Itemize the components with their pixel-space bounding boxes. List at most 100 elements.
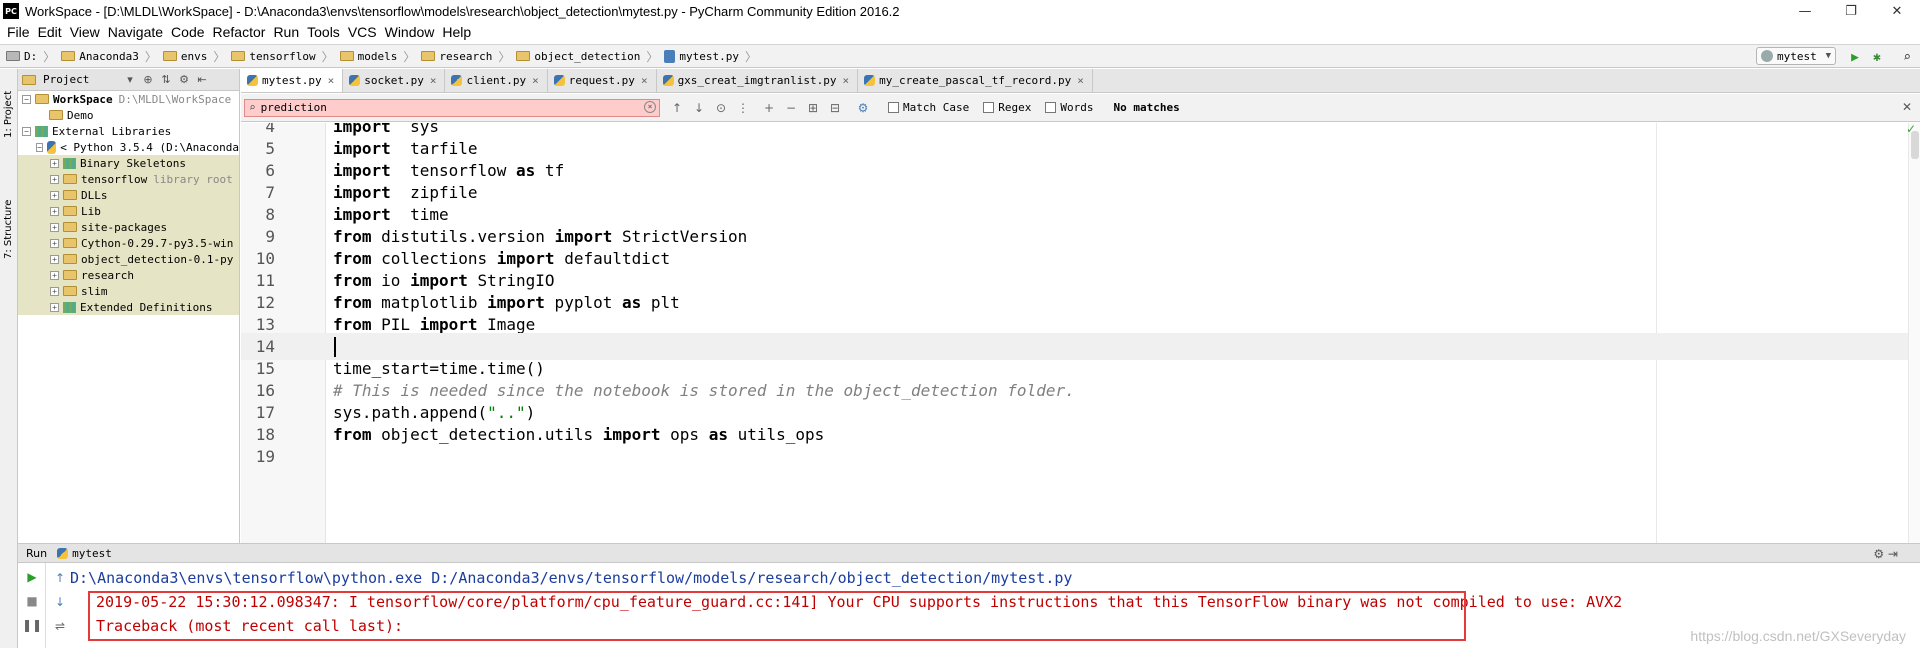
collapse-all-icon[interactable]: ⇅ <box>157 71 175 89</box>
structure-tool-tab[interactable]: 7: Structure <box>0 189 17 269</box>
words-box[interactable] <box>1045 102 1057 113</box>
code-line[interactable]: 19 <box>241 443 1920 470</box>
clear-search-icon[interactable]: × <box>644 100 656 113</box>
next-occurrence-icon[interactable]: ↓ <box>688 98 710 118</box>
editor-tab[interactable]: request.py × <box>548 69 657 92</box>
expand-icon[interactable]: + <box>50 158 59 168</box>
close-icon[interactable]: × <box>532 74 539 87</box>
breadcrumb-item[interactable]: tensorflow 〉 <box>225 48 334 65</box>
editor-tab[interactable]: client.py × <box>445 69 548 92</box>
find-all-icon[interactable]: ⊙ <box>710 98 732 118</box>
menu-navigate[interactable]: Navigate <box>105 24 168 40</box>
add-occurrence-icon[interactable]: + <box>758 98 780 118</box>
expand-icon[interactable]: + <box>50 302 59 312</box>
match-case-checkbox[interactable]: Match Case <box>888 101 969 114</box>
scroll-up-icon[interactable]: ↑ <box>52 570 68 586</box>
expand-icon[interactable]: + <box>50 270 59 280</box>
collapse-icon[interactable]: − <box>22 94 31 104</box>
editor-tab[interactable]: gxs_creat_imgtranlist.py × <box>657 69 859 92</box>
tree-item[interactable]: + object_detection-0.1-py <box>18 251 239 267</box>
menu-edit[interactable]: Edit <box>35 24 67 40</box>
breadcrumb-item[interactable]: D: 〉 <box>0 48 55 65</box>
tree-item[interactable]: + Extended Definitions <box>18 299 239 315</box>
tree-item[interactable]: − WorkSpace D:\MLDL\WorkSpace <box>18 91 239 107</box>
match-case-box[interactable] <box>888 102 899 113</box>
menu-code[interactable]: Code <box>168 24 209 40</box>
close-icon[interactable]: × <box>843 74 850 87</box>
expand-icon[interactable]: + <box>50 174 59 184</box>
editor-tab[interactable]: my_create_pascal_tf_record.py × <box>858 69 1093 92</box>
menu-window[interactable]: Window <box>382 24 440 40</box>
remove-occurrence-icon[interactable]: − <box>780 98 802 118</box>
expand-icon[interactable]: + <box>50 238 59 248</box>
close-icon[interactable]: × <box>328 74 335 87</box>
menu-view[interactable]: View <box>67 24 105 40</box>
breadcrumb-item[interactable]: models 〉 <box>334 48 415 65</box>
run-tab-mytest[interactable]: mytest <box>57 547 112 560</box>
breadcrumb-item[interactable]: envs 〉 <box>157 48 225 65</box>
expand-icon[interactable]: + <box>50 254 59 264</box>
pause-icon[interactable]: ❚❚ <box>22 617 42 633</box>
close-button[interactable]: ✕ <box>1874 0 1920 22</box>
debug-icon[interactable]: ✱ <box>1868 48 1886 66</box>
scroll-down-icon[interactable]: ↓ <box>52 594 68 610</box>
menu-vcs[interactable]: VCS <box>345 24 382 40</box>
tree-item[interactable]: + Lib <box>18 203 239 219</box>
project-tool-tab[interactable]: 1: Project <box>0 83 17 145</box>
tree-item[interactable]: + Cython-0.29.7-py3.5-win <box>18 235 239 251</box>
breadcrumb-item[interactable]: Anaconda3 〉 <box>55 48 157 65</box>
expand-icon[interactable]: + <box>50 206 59 216</box>
filter-icon[interactable]: ⊟ <box>824 98 846 118</box>
expand-icon[interactable]: + <box>50 190 59 200</box>
editor-tab[interactable]: mytest.py × <box>241 69 344 92</box>
scroll-from-source-icon[interactable]: ⊕ <box>139 71 157 89</box>
collapse-icon[interactable]: − <box>36 142 43 152</box>
close-icon[interactable]: × <box>641 74 648 87</box>
menu-run[interactable]: Run <box>270 24 304 40</box>
stop-icon[interactable]: ■ <box>24 593 40 609</box>
tree-item[interactable]: + site-packages <box>18 219 239 235</box>
soft-wrap-icon[interactable]: ⇌ <box>52 618 68 634</box>
find-input[interactable]: ⌕ prediction × <box>244 98 660 117</box>
tree-item[interactable]: + research <box>18 267 239 283</box>
regex-checkbox[interactable]: Regex <box>983 101 1031 114</box>
regex-box[interactable] <box>983 102 995 113</box>
menu-help[interactable]: Help <box>439 24 476 40</box>
restore-button[interactable]: ❐ <box>1828 0 1874 22</box>
rerun-icon[interactable]: ▶ <box>24 569 40 585</box>
breadcrumb-item[interactable]: object_detection 〉 <box>510 48 658 65</box>
chevron-down-icon[interactable]: ▾ <box>121 71 139 89</box>
close-icon[interactable]: × <box>430 74 437 87</box>
gear-icon[interactable]: ⚙ <box>852 98 874 118</box>
run-config-select[interactable]: mytest ▼ <box>1756 47 1836 65</box>
expand-icon[interactable]: + <box>50 222 59 232</box>
tree-item[interactable]: + slim <box>18 283 239 299</box>
tree-item[interactable]: + tensorflow library root <box>18 171 239 187</box>
minimize-button[interactable]: — <box>1782 0 1828 22</box>
gear-icon[interactable]: ⚙ <box>175 71 193 89</box>
editor-scrollbar[interactable] <box>1908 123 1920 543</box>
breadcrumb-item[interactable]: research 〉 <box>415 48 510 65</box>
breadcrumb-item[interactable]: mytest.py 〉 <box>658 48 757 65</box>
project-panel-title[interactable]: Project <box>43 73 121 86</box>
select-all-occurrences-icon[interactable]: ⋮ <box>732 98 754 118</box>
select-all-matches-icon[interactable]: ⊞ <box>802 98 824 118</box>
editor-tab[interactable]: socket.py × <box>343 69 446 92</box>
expand-icon[interactable]: + <box>50 286 59 296</box>
hide-panel-icon[interactable]: ⇤ <box>193 71 211 89</box>
search-everywhere-icon[interactable]: ⌕ <box>1898 48 1916 66</box>
collapse-icon[interactable]: − <box>22 126 31 136</box>
words-checkbox[interactable]: Words <box>1045 101 1093 114</box>
run-icon[interactable]: ▶ <box>1846 48 1864 66</box>
close-icon[interactable]: × <box>1077 74 1084 87</box>
menu-tools[interactable]: Tools <box>304 24 345 40</box>
code-editor[interactable]: 4 import sys 5 import tarfile 6 import tensor… <box>241 123 1920 543</box>
inspection-ok-icon[interactable]: ✓ <box>1906 122 1916 136</box>
gear-icon[interactable]: ⚙ ⇥ <box>1873 547 1898 561</box>
close-icon[interactable]: ✕ <box>1902 100 1912 114</box>
tree-item[interactable]: +Demo <box>18 107 239 123</box>
tree-item[interactable]: + DLLs <box>18 187 239 203</box>
menu-refactor[interactable]: Refactor <box>210 24 271 40</box>
tree-item[interactable]: − External Libraries <box>18 123 239 139</box>
tree-item[interactable]: + Binary Skeletons <box>18 155 239 171</box>
